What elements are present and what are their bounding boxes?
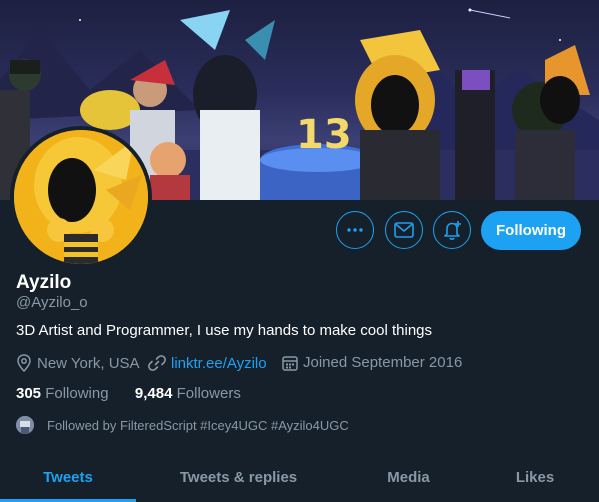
message-button[interactable] xyxy=(385,211,423,249)
followers-stat[interactable]: 9,484 Followers xyxy=(135,385,241,402)
location-text: New York, USA xyxy=(37,354,140,372)
following-count: 305 xyxy=(16,385,42,402)
more-icon xyxy=(347,228,363,232)
avatar-image xyxy=(14,130,148,264)
mail-icon xyxy=(394,222,414,238)
profile-joined: Joined September 2016 xyxy=(282,354,462,371)
svg-text:13: 13 xyxy=(296,112,352,158)
profile-bio: 3D Artist and Programmer, I use my hands… xyxy=(16,322,433,339)
profile-name: Ayzilo xyxy=(16,272,72,293)
profile-location: New York, USA xyxy=(16,354,140,372)
avatar[interactable] xyxy=(10,126,152,268)
followers-count: 9,484 xyxy=(134,385,173,402)
follower-avatar-art xyxy=(16,416,34,434)
golden-hood-avatar-art xyxy=(14,130,148,264)
tab-likes[interactable]: Likes xyxy=(476,452,594,502)
tab-media[interactable]: Media xyxy=(341,452,476,502)
profile-tabs: Tweets Tweets & replies Media Likes xyxy=(0,452,599,502)
profile-handle: @Ayzilo_o xyxy=(16,294,88,311)
location-pin-icon xyxy=(17,354,31,372)
joined-text: Joined September 2016 xyxy=(303,354,463,371)
tab-tweets-replies[interactable]: Tweets & replies xyxy=(136,452,341,502)
more-button[interactable] xyxy=(336,211,374,249)
calendar-icon xyxy=(282,355,298,371)
bell-plus-icon xyxy=(444,221,461,240)
notifications-button[interactable] xyxy=(433,211,471,249)
followed-by[interactable]: Followed by FilteredScript #Icey4UGC #Ay… xyxy=(16,416,349,434)
website-link[interactable]: linktr.ee/Ayzilo xyxy=(171,355,267,372)
link-icon xyxy=(148,355,166,371)
profile-website[interactable]: linktr.ee/Ayzilo xyxy=(148,354,267,372)
following-button[interactable]: Following xyxy=(481,211,581,250)
tab-tweets[interactable]: Tweets xyxy=(0,452,136,502)
follower-avatar xyxy=(16,416,34,434)
followers-label: Followers xyxy=(176,385,241,402)
follow-counts: 305 Following 9,484 Followers xyxy=(16,385,241,402)
following-stat[interactable]: 305 Following xyxy=(16,385,109,402)
following-label: Following xyxy=(45,385,109,402)
followed-by-text: Followed by FilteredScript #Icey4UGC #Ay… xyxy=(47,417,349,433)
